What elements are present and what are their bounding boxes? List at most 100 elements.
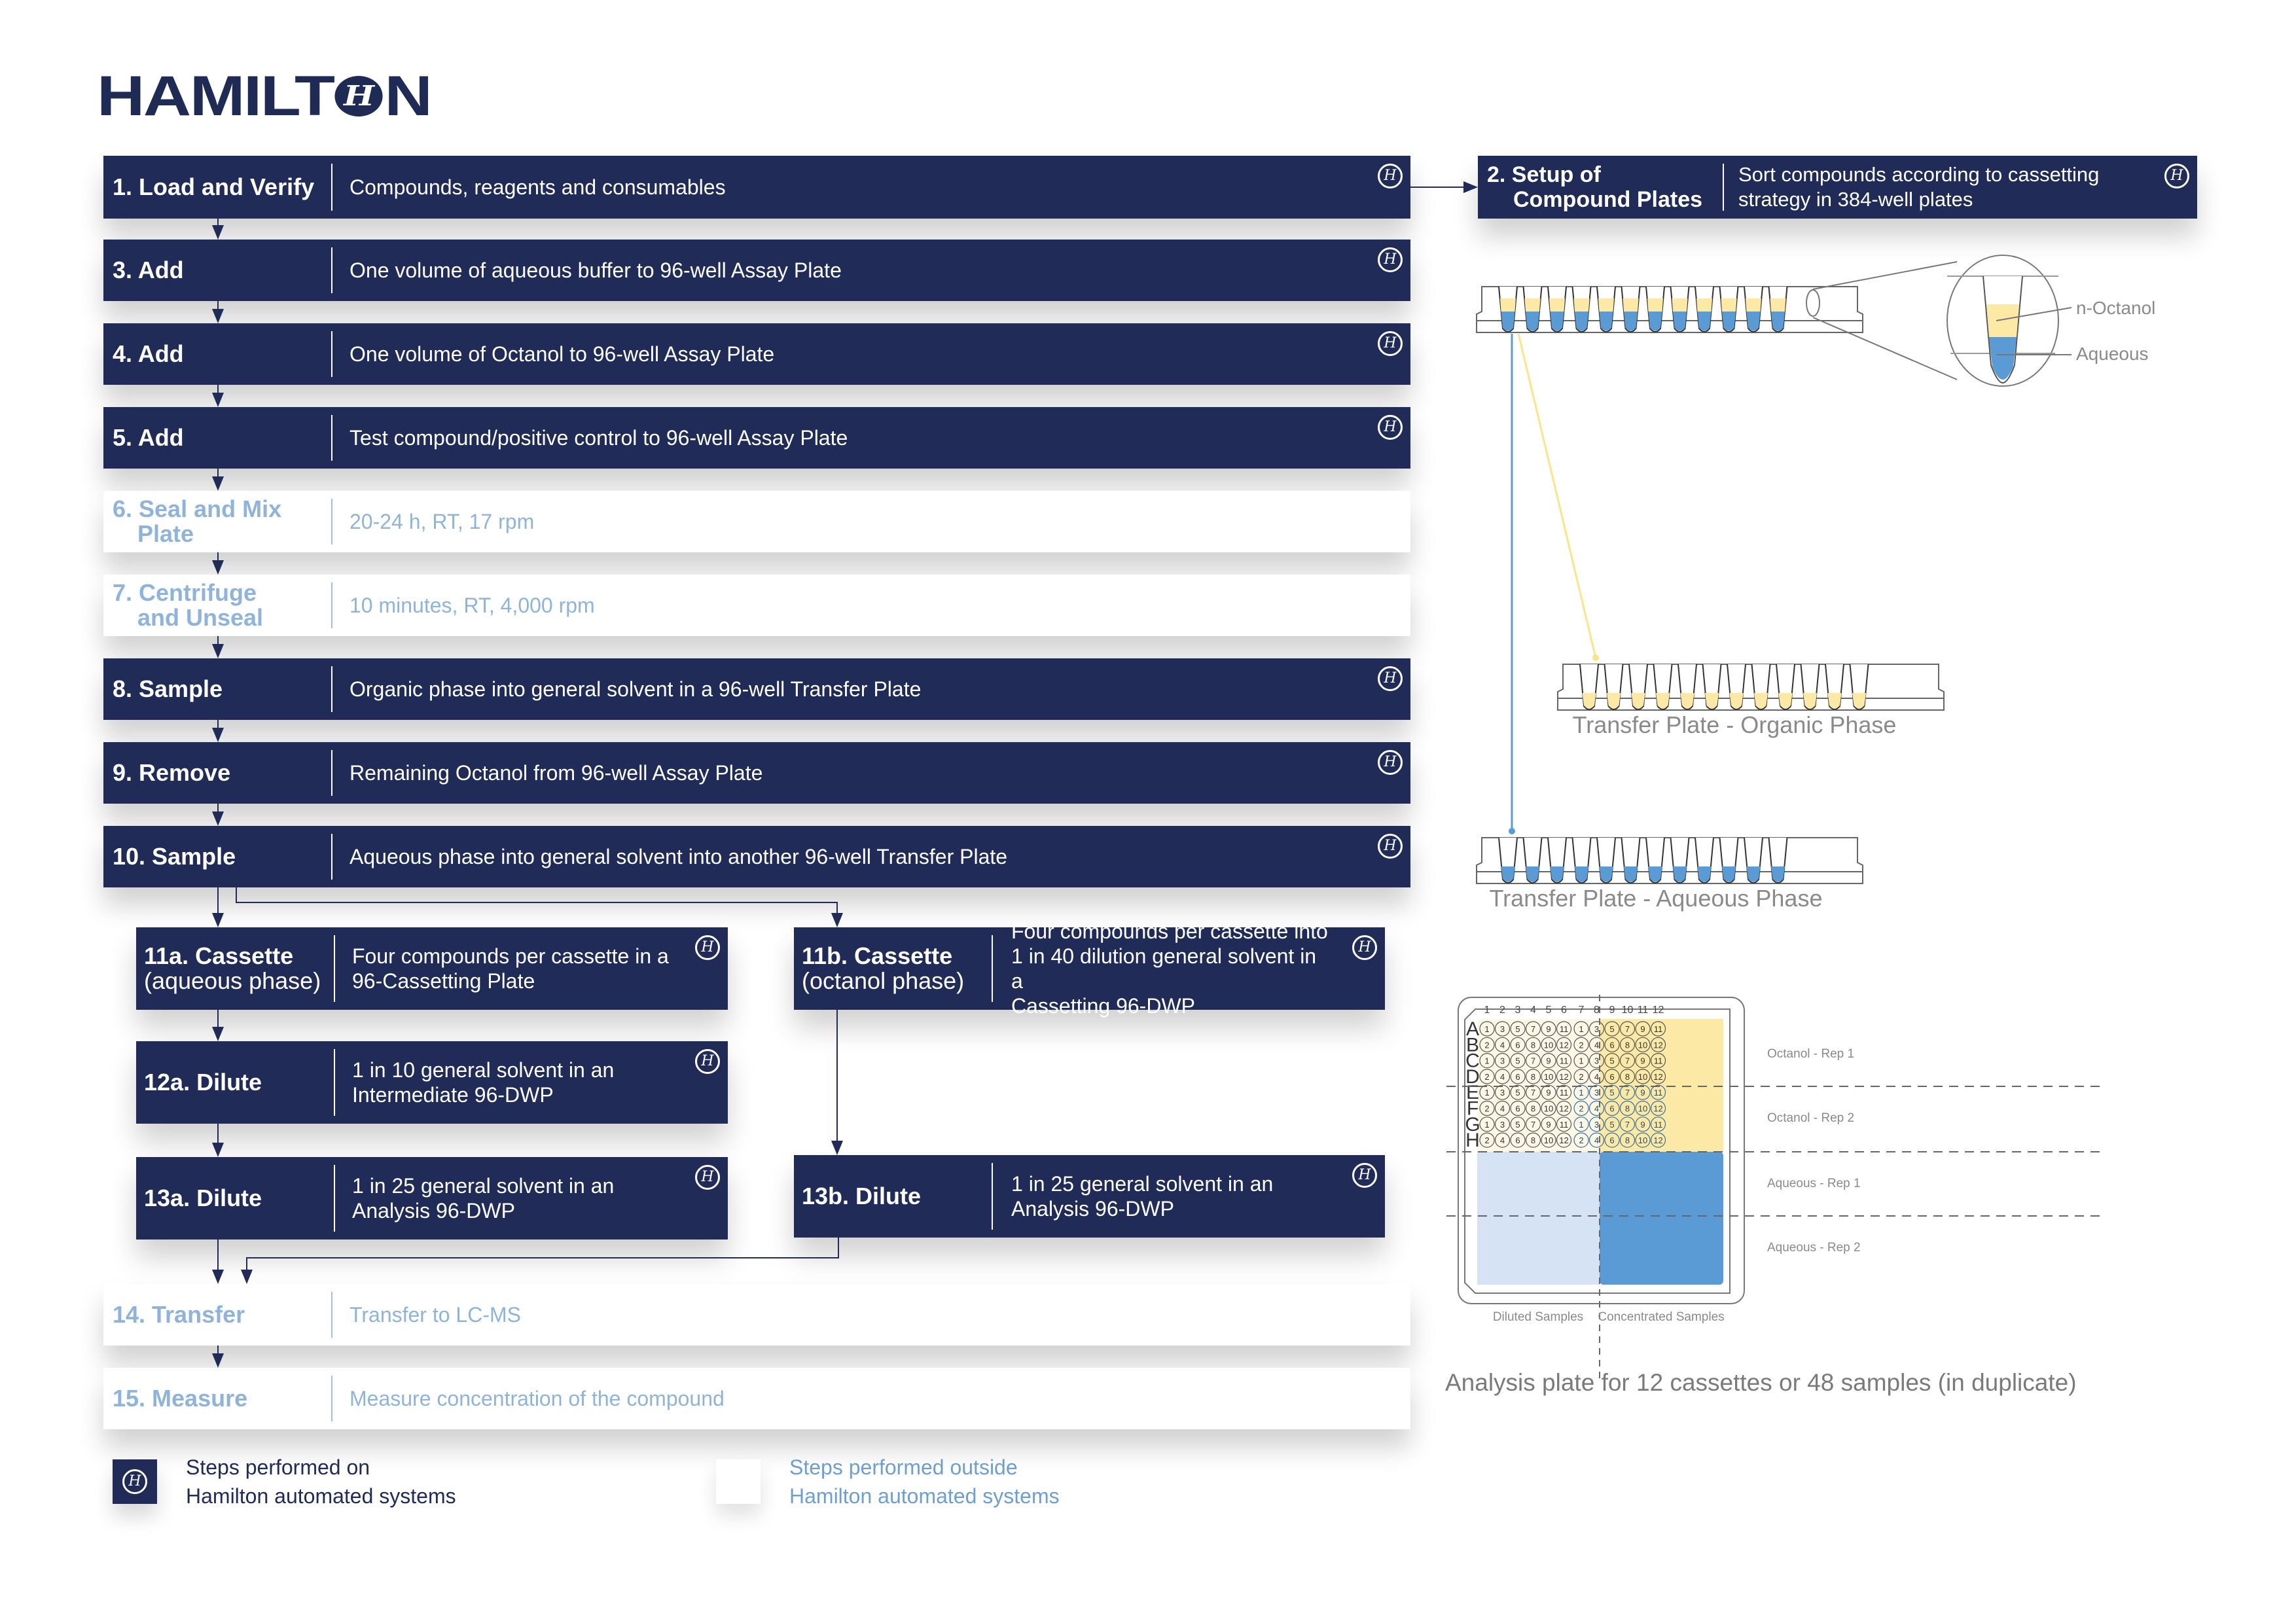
svg-text:5: 5	[1609, 1024, 1614, 1034]
svg-text:7: 7	[1625, 1024, 1630, 1034]
step-title: 13b. Dilute	[802, 1183, 922, 1209]
octanol-label: n-Octanol	[2076, 298, 2155, 318]
concentrated-samples-label: Concentrated Samples	[1598, 1310, 1724, 1324]
step-desc-line: Four compounds per cassette into	[1011, 919, 1328, 943]
group-label: Octanol - Rep 2	[1767, 1111, 1854, 1125]
step-title: 6. Seal and Mix Plate	[103, 491, 331, 552]
step-desc: 1 in 25 general solvent in an Analysis 9…	[993, 1155, 1385, 1238]
arrow-right-icon	[1463, 181, 1478, 193]
arrow-down-icon	[212, 1270, 224, 1284]
legend-line: Hamilton automated systems	[789, 1484, 1060, 1508]
svg-text:10: 10	[1638, 1135, 1647, 1145]
step-12a: 12a. Dilute 1 in 10 general solvent in a…	[136, 1041, 728, 1124]
step-13b: 13b. Dilute 1 in 25 general solvent in a…	[794, 1155, 1385, 1238]
svg-text:2: 2	[1484, 1072, 1489, 1082]
step-desc-line: Four compounds per cassette in a	[352, 944, 669, 968]
step-desc: 10 minutes, RT, 4,000 rpm	[350, 594, 595, 617]
svg-text:6: 6	[1609, 1135, 1614, 1145]
step-7: 7. Centrifuge and Unseal 10 minutes, RT,…	[103, 575, 1410, 636]
svg-text:10: 10	[1544, 1135, 1553, 1145]
svg-text:10: 10	[1638, 1072, 1647, 1082]
svg-text:5: 5	[1515, 1056, 1520, 1066]
step-desc: Organic phase into general solvent in a …	[350, 677, 922, 701]
step-desc: Four compounds per cassette into 1 in 40…	[993, 919, 1385, 1018]
column-label: 3	[1515, 1005, 1521, 1016]
svg-text:7: 7	[1531, 1024, 1535, 1034]
step-title: 8. Sample	[113, 675, 223, 702]
assay-plate	[1476, 286, 1863, 333]
svg-text:4: 4	[1594, 1104, 1599, 1114]
svg-text:3: 3	[1594, 1056, 1599, 1066]
svg-text:4: 4	[1594, 1040, 1599, 1050]
step-10: 10. Sample Aqueous phase into general so…	[103, 826, 1410, 887]
column-label: 6	[1561, 1005, 1567, 1016]
svg-text:7: 7	[1531, 1056, 1535, 1066]
arrow-down-icon	[212, 1143, 224, 1157]
svg-text:1: 1	[1484, 1024, 1489, 1034]
svg-text:2: 2	[1484, 1135, 1489, 1145]
arrow-down-icon	[212, 1353, 224, 1368]
svg-text:10: 10	[1544, 1072, 1553, 1082]
svg-text:5: 5	[1609, 1056, 1614, 1066]
svg-text:3: 3	[1594, 1088, 1599, 1097]
svg-text:6: 6	[1515, 1135, 1520, 1145]
arrow-down-icon	[212, 644, 224, 658]
analysis-plate-diagram: 1 2 3 4 5 6 7 8 9 10 11 12A 1 3 5 7 9 11 1 3 5 7 9 11B 2 4 6 8 10 12 2…	[1446, 995, 2101, 1381]
step-title-line: Compound Plates	[1513, 187, 1703, 212]
aqueous-label: Aqueous	[2076, 344, 2149, 364]
step-13a: 13a. Dilute 1 in 25 general solvent in a…	[136, 1157, 728, 1240]
group-label: Octanol - Rep 1	[1767, 1047, 1854, 1061]
svg-text:12: 12	[1653, 1104, 1662, 1114]
arrow-down-icon	[212, 309, 224, 323]
organic-transfer-plate	[1557, 664, 1945, 711]
svg-text:11: 11	[1654, 1120, 1663, 1130]
column-label: 11	[1638, 1005, 1649, 1016]
arrow-down-icon	[212, 913, 224, 927]
legend-line: Steps performed on	[186, 1455, 370, 1479]
step-title: 3. Add	[113, 257, 184, 283]
svg-text:8: 8	[1531, 1072, 1535, 1082]
step-desc: Transfer to LC-MS	[350, 1303, 521, 1327]
svg-text:11: 11	[1654, 1024, 1663, 1034]
step-title-line: 2. Setup of	[1487, 162, 1601, 187]
step-title: 2. Setup of Compound Plates	[1478, 156, 1723, 219]
column-label: 1	[1484, 1005, 1490, 1016]
svg-text:4: 4	[1500, 1135, 1505, 1145]
step-desc-line: Intermediate 96-DWP	[352, 1083, 554, 1107]
connector-line	[217, 1124, 219, 1143]
svg-text:1: 1	[1579, 1120, 1583, 1130]
svg-text:8: 8	[1531, 1135, 1535, 1145]
organic-plate-label: Transfer Plate - Organic Phase	[1573, 711, 1897, 738]
group-label: Aqueous - Rep 2	[1767, 1241, 1861, 1255]
svg-text:9: 9	[1546, 1088, 1551, 1097]
svg-text:9: 9	[1546, 1024, 1551, 1034]
arrow-down-icon	[212, 1027, 224, 1041]
step-desc: 20-24 h, RT, 17 rpm	[350, 510, 535, 533]
hamilton-automated-icon: H	[1378, 750, 1403, 775]
svg-text:7: 7	[1531, 1120, 1535, 1130]
step-desc-line: Cassetting 96-DWP	[1011, 994, 1195, 1018]
step-desc: One volume of Octanol to 96-well Assay P…	[350, 342, 775, 366]
step-title-line: and Unseal	[137, 604, 264, 631]
column-label: 9	[1609, 1005, 1615, 1016]
row-label: H	[1465, 1130, 1480, 1151]
svg-text:6: 6	[1515, 1104, 1520, 1114]
step-desc-line: 1 in 10 general solvent in an	[352, 1058, 615, 1082]
svg-text:6: 6	[1609, 1104, 1614, 1114]
step-title: 9. Remove	[113, 759, 231, 786]
hamilton-automated-icon: H	[695, 1049, 720, 1074]
legend-line: Steps performed outside	[789, 1455, 1018, 1479]
connector-line	[236, 902, 838, 903]
aqueous-diluted-region	[1477, 1152, 1600, 1285]
arrow-down-icon	[831, 913, 843, 927]
hamilton-automated-icon: H	[1352, 935, 1377, 960]
hamilton-automated-icon: H	[1352, 1163, 1377, 1188]
legend-manual-swatch	[716, 1459, 761, 1504]
svg-text:9: 9	[1640, 1024, 1645, 1034]
svg-text:5: 5	[1609, 1088, 1614, 1097]
step-9: 9. Remove Remaining Octanol from 96-well…	[103, 742, 1410, 804]
step-desc: Four compounds per cassette in a 96-Cass…	[335, 927, 728, 1010]
svg-text:8: 8	[1625, 1040, 1630, 1050]
step-title-line: 11b. Cassette	[802, 942, 953, 969]
hamilton-mark-icon: H	[334, 76, 384, 116]
